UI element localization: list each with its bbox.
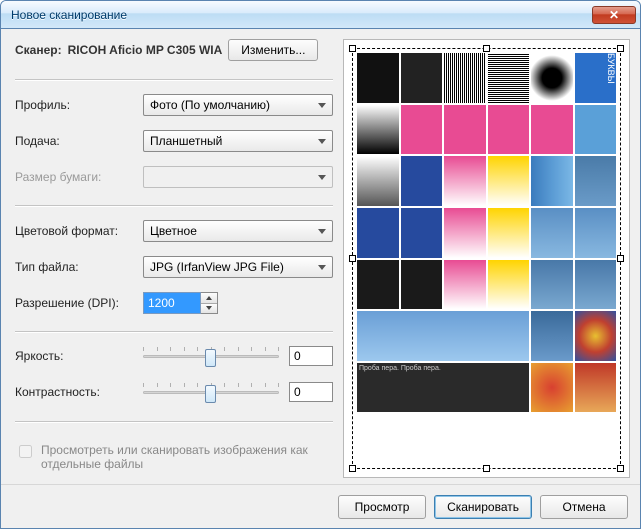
- file-type-select[interactable]: JPG (IrfanView JPG File): [143, 256, 333, 278]
- profile-value: Фото (По умолчанию): [150, 98, 270, 112]
- chevron-down-icon: [318, 103, 326, 108]
- chevron-down-icon: [318, 175, 326, 180]
- contrast-label: Контрастность:: [15, 385, 143, 399]
- scan-dialog: Новое сканирование ✕ Сканер: RICOH Afici…: [0, 0, 641, 529]
- crop-handle[interactable]: [349, 45, 356, 52]
- crop-handle[interactable]: [349, 465, 356, 472]
- dialog-footer: Просмотр Сканировать Отмена: [1, 484, 640, 528]
- file-type-value: JPG (IrfanView JPG File): [150, 260, 284, 274]
- window-title: Новое сканирование: [11, 8, 592, 22]
- scanner-name: RICOH Aficio MP C305 WIA: [68, 43, 223, 57]
- resolution-input[interactable]: [143, 292, 201, 314]
- slider-thumb[interactable]: [205, 385, 216, 403]
- arrow-down-icon: [206, 306, 212, 310]
- divider: [15, 79, 333, 81]
- preview-panel[interactable]: БУКВЫ Проба пера. Проба пера.: [343, 39, 630, 478]
- titlebar[interactable]: Новое сканирование ✕: [1, 1, 640, 29]
- file-type-label: Тип файла:: [15, 260, 143, 274]
- divider: [15, 205, 333, 207]
- paper-size-select: [143, 166, 333, 188]
- slider-thumb[interactable]: [205, 349, 216, 367]
- scan-button[interactable]: Сканировать: [434, 495, 532, 519]
- resolution-spinner[interactable]: [201, 292, 218, 314]
- crop-handle[interactable]: [617, 465, 624, 472]
- spin-down-button[interactable]: [201, 304, 217, 314]
- crop-handle[interactable]: [483, 465, 490, 472]
- crop-handle[interactable]: [617, 255, 624, 262]
- close-button[interactable]: ✕: [592, 6, 636, 24]
- source-select[interactable]: Планшетный: [143, 130, 333, 152]
- cancel-button[interactable]: Отмена: [540, 495, 628, 519]
- color-format-select[interactable]: Цветное: [143, 220, 333, 242]
- crop-selection[interactable]: БУКВЫ Проба пера. Проба пера.: [352, 48, 621, 469]
- spin-up-button[interactable]: [201, 293, 217, 304]
- crop-handle[interactable]: [349, 255, 356, 262]
- crop-handle[interactable]: [617, 45, 624, 52]
- brightness-label: Яркость:: [15, 349, 143, 363]
- color-format-value: Цветное: [150, 224, 197, 238]
- arrow-up-icon: [206, 296, 212, 300]
- change-scanner-button[interactable]: Изменить...: [228, 39, 318, 61]
- divider: [15, 421, 333, 423]
- preview-image: БУКВЫ Проба пера. Проба пера.: [357, 53, 616, 464]
- crop-handle[interactable]: [483, 45, 490, 52]
- chevron-down-icon: [318, 265, 326, 270]
- brightness-slider[interactable]: [143, 345, 279, 367]
- divider: [15, 331, 333, 333]
- scanner-label: Сканер:: [15, 43, 62, 57]
- chevron-down-icon: [318, 229, 326, 234]
- contrast-value[interactable]: [289, 382, 333, 402]
- profile-select[interactable]: Фото (По умолчанию): [143, 94, 333, 116]
- contrast-slider[interactable]: [143, 381, 279, 403]
- separate-files-label: Просмотреть или сканировать изображения …: [41, 443, 333, 471]
- color-format-label: Цветовой формат:: [15, 224, 143, 238]
- separate-files-checkbox: [19, 445, 32, 458]
- paper-size-label: Размер бумаги:: [15, 170, 143, 184]
- brightness-value[interactable]: [289, 346, 333, 366]
- profile-label: Профиль:: [15, 98, 143, 112]
- settings-panel: Сканер: RICOH Aficio MP C305 WIA Изменит…: [15, 39, 333, 478]
- source-label: Подача:: [15, 134, 143, 148]
- resolution-label: Разрешение (DPI):: [15, 296, 143, 310]
- chevron-down-icon: [318, 139, 326, 144]
- source-value: Планшетный: [150, 134, 222, 148]
- close-icon: ✕: [609, 8, 619, 22]
- preview-button[interactable]: Просмотр: [338, 495, 426, 519]
